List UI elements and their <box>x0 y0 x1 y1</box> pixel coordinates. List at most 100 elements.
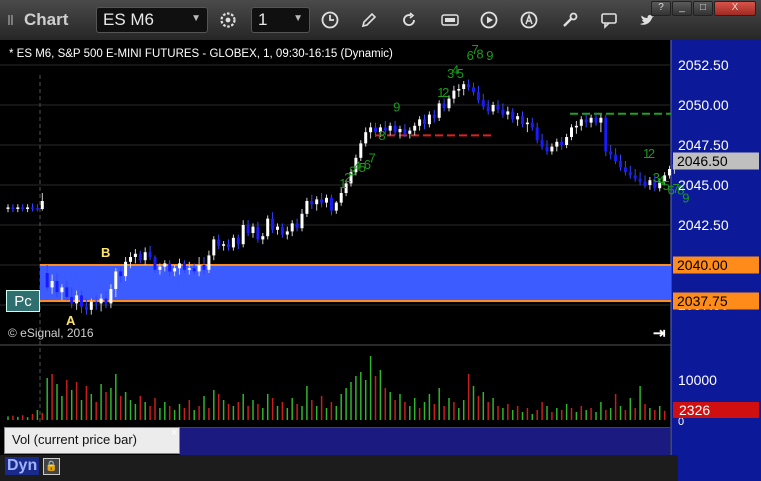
sequential-count-label: 5 <box>457 66 464 81</box>
candle-body <box>256 226 260 240</box>
comment-button[interactable] <box>597 8 621 32</box>
candle-body <box>197 265 201 272</box>
candle-body <box>50 281 54 288</box>
candle-body <box>369 127 373 133</box>
candle-body <box>178 263 181 269</box>
candle-body <box>364 132 368 144</box>
symbol-input[interactable]: ES M6 <box>103 10 154 29</box>
get-button[interactable] <box>438 8 462 32</box>
candle-body <box>271 218 275 230</box>
candle-body <box>545 146 549 152</box>
candle-body <box>231 237 235 248</box>
tools-button[interactable] <box>558 8 582 32</box>
candle-body <box>359 143 363 158</box>
volume-value-tag: 2326 <box>679 402 710 418</box>
candle-body <box>638 178 642 182</box>
candle-body <box>584 119 588 123</box>
candle-body <box>99 298 103 304</box>
candle-body <box>511 111 515 120</box>
symbol-dropdown-icon[interactable]: ▼ <box>191 13 201 24</box>
candle-body <box>413 125 417 131</box>
candle-body <box>212 239 216 256</box>
candle-body <box>16 207 20 209</box>
candle-body <box>251 226 255 233</box>
candle-body <box>594 117 598 123</box>
close-study-icon[interactable]: × <box>171 427 177 439</box>
candle-body <box>280 226 284 235</box>
maximize-window-button[interactable]: □ <box>693 1 713 16</box>
candle-body <box>472 87 475 93</box>
candle-body <box>334 202 338 211</box>
time-button[interactable] <box>318 8 342 32</box>
candle-body <box>432 114 436 118</box>
candle-body <box>207 255 211 270</box>
lock-icon[interactable]: 🔒 <box>43 458 60 475</box>
axis-corner <box>678 455 761 481</box>
label-a: A <box>66 313 76 328</box>
candle-body <box>295 223 299 229</box>
candle-body <box>187 268 191 270</box>
candle-body <box>89 301 93 310</box>
minimize-window-button[interactable]: _ <box>672 1 692 16</box>
settings-button[interactable] <box>216 8 240 32</box>
candle-body <box>75 295 79 304</box>
alert-button[interactable] <box>517 8 541 32</box>
zone-upper-tag: 2040.00 <box>677 257 728 273</box>
candle-body <box>579 119 583 126</box>
symbol-combo[interactable]: ES M6 ▼ <box>96 7 208 33</box>
volume-study-label: Vol (current price bar) <box>12 432 137 447</box>
candle-body <box>619 161 622 168</box>
candle-body <box>158 266 162 270</box>
gear-icon <box>220 12 236 28</box>
candle-body <box>442 103 446 109</box>
candle-body <box>168 263 172 272</box>
candle-body <box>138 253 142 261</box>
scroll-to-end-icon[interactable]: ⇥ <box>653 324 666 342</box>
interval-dropdown-icon[interactable]: ▼ <box>293 13 303 24</box>
candle-body <box>628 172 632 176</box>
sequential-count-label: 2 <box>648 146 655 161</box>
candle-body <box>153 257 157 270</box>
dyn-button[interactable]: Dyn <box>5 457 40 475</box>
candle-body <box>423 119 426 125</box>
chart-canvas[interactable]: 12345678912345678 9123456789 2052.502050.… <box>0 40 761 481</box>
candle-body <box>633 175 637 179</box>
candle-body <box>129 257 132 262</box>
candle-body <box>570 127 573 137</box>
time-axis-bar <box>0 455 678 481</box>
label-b: B <box>101 245 111 260</box>
support-zone <box>40 265 671 301</box>
sequential-count-label: 9 <box>393 99 400 114</box>
candle-body <box>21 207 25 209</box>
candle-body <box>329 197 333 211</box>
candle-body <box>491 105 495 112</box>
candle-body <box>310 201 314 205</box>
candle-body <box>11 207 15 209</box>
candle-body <box>623 167 627 173</box>
help-window-button[interactable]: ? <box>651 1 671 16</box>
interval-combo[interactable]: 1 ▼ <box>251 7 310 33</box>
candle-body <box>236 237 240 245</box>
draw-button[interactable] <box>357 8 381 32</box>
pencil-icon <box>361 12 377 28</box>
refresh-button[interactable] <box>397 8 421 32</box>
sequential-count-label: 9 <box>486 48 493 63</box>
price-tick-label: 2050.00 <box>678 97 729 113</box>
volume-tick-label: 10000 <box>678 372 717 388</box>
candle-body <box>643 181 647 185</box>
interval-input[interactable]: 1 <box>258 10 267 29</box>
candle-body <box>320 199 324 203</box>
window-grip-icon[interactable]: ‖ <box>7 12 21 28</box>
candle-body <box>550 146 554 152</box>
candle-body <box>393 125 397 133</box>
candle-body <box>521 116 524 125</box>
candle-body <box>648 180 652 185</box>
close-window-button[interactable]: X <box>714 1 756 16</box>
candle-body <box>84 306 88 310</box>
play-button[interactable] <box>477 8 501 32</box>
sequential-count-label: 2 <box>442 85 449 100</box>
candle-body <box>305 201 309 214</box>
candle-body <box>26 207 30 209</box>
sequential-count-label: 8 <box>378 128 385 143</box>
candle-body <box>246 225 250 233</box>
